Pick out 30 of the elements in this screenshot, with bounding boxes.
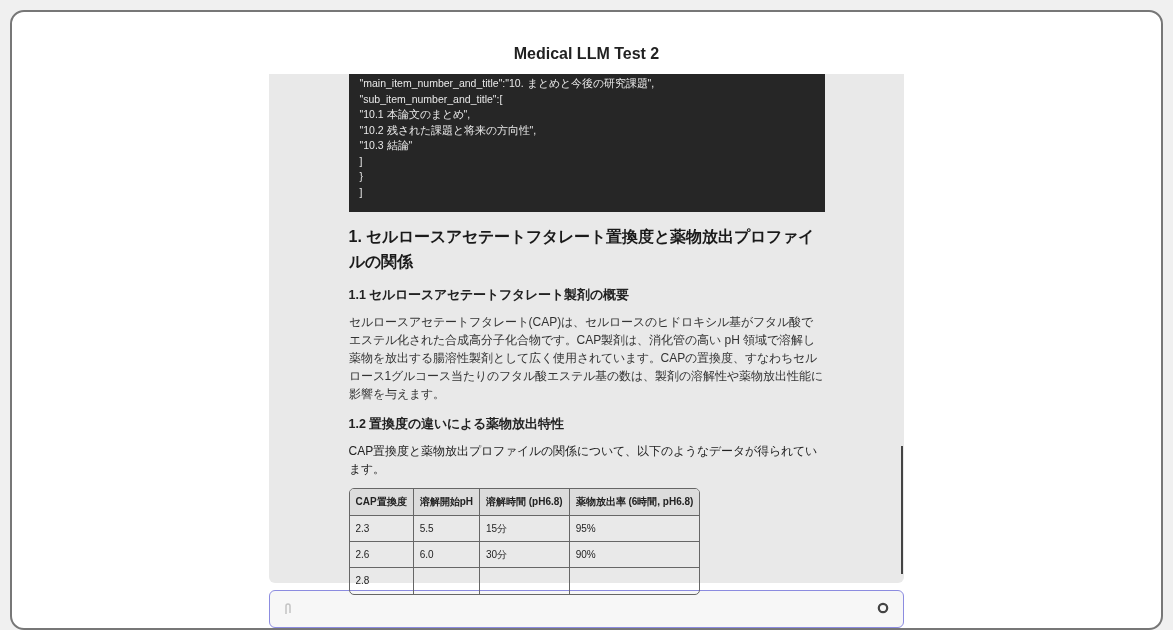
table-cell: 90% — [568, 542, 700, 568]
table-cell: 2.6 — [349, 542, 413, 568]
table-cell: 15分 — [478, 516, 569, 542]
table-cell: 6.0 — [412, 542, 479, 568]
code-line: } — [359, 169, 364, 185]
column-header: CAP置換度 — [349, 489, 413, 516]
table-cell: 5.5 — [412, 516, 479, 542]
paragraph: セルロースアセテートフタレート(CAP)は、セルロースのヒドロキシル基がフタル酸でエステル化された合成高分子化合物です。CAP製剤は、消化管の高い pH 領域で溶解し薬物を放出する腸溶性製剤として広く使用されています。CAPの置換度、すなわちセルロース1グルコース当たりのフタル酸エステル基の数は、製剤の溶解性や薬物放出性能に影響を与えます。 — [348, 314, 825, 404]
scrollbar[interactable] — [901, 446, 903, 575]
column-header: 溶解開始pH — [412, 489, 479, 516]
code-line: "main_item_number_and_title":"10. まとめと今後の研究課題", — [359, 76, 656, 92]
table-cell: 95% — [568, 516, 700, 542]
paragraph: CAP置換度と薬物放出プロファイルの関係について、以下のようなデータが得られています。 — [348, 443, 819, 478]
table-cell: 2.3 — [349, 516, 413, 542]
code-line: "10.3 結論" — [359, 138, 414, 154]
code-line: "10.1 本論文のまとめ", — [359, 107, 472, 123]
column-header: 溶解時間 (pH6.8) — [478, 489, 569, 516]
column-header: 薬物放出率 (6時間, pH6.8) — [568, 489, 700, 516]
page-title: Medical LLM Test 2 — [513, 44, 660, 65]
circle-icon[interactable] — [877, 602, 889, 615]
section-heading: 1. セルロースアセテートフタレート置換度と薬物放出プロファイルの関係 — [348, 227, 816, 273]
table-cell-text: 2.8 — [354, 574, 371, 589]
code-line: "10.2 残された課題と将来の方向性", — [359, 123, 538, 138]
message-input[interactable] — [269, 590, 904, 628]
table-cell: 30分 — [478, 542, 569, 568]
subsection-heading: 1.1 セルロースアセテートフタレート製剤の概要 — [348, 287, 631, 305]
code-line: "sub_item_number_and_title":[ — [359, 92, 504, 107]
code-line: ] — [359, 154, 364, 169]
code-line: ] — [359, 185, 364, 200]
subsection-heading: 1.2 置換度の違いによる薬物放出特性 — [348, 415, 566, 434]
